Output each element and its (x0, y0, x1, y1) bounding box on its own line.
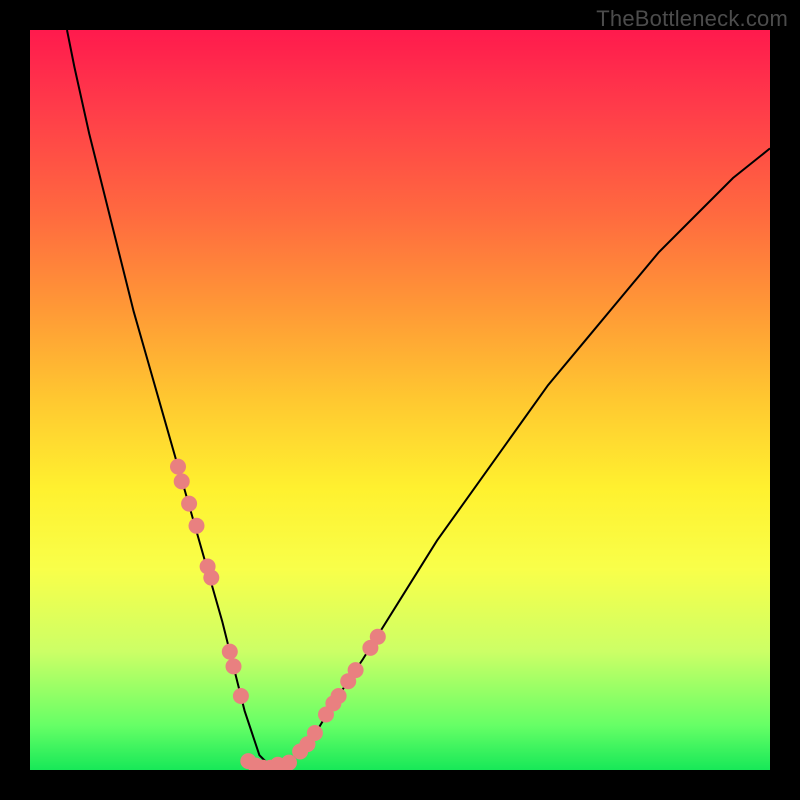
sample-dots-right (274, 629, 386, 770)
watermark-text: TheBottleneck.com (596, 6, 788, 32)
chart-overlay (30, 30, 770, 770)
sample-dots-bottom (240, 753, 286, 770)
outer-frame: TheBottleneck.com (0, 0, 800, 800)
sample-dots-left (170, 459, 249, 704)
bottleneck-curve (67, 30, 770, 770)
